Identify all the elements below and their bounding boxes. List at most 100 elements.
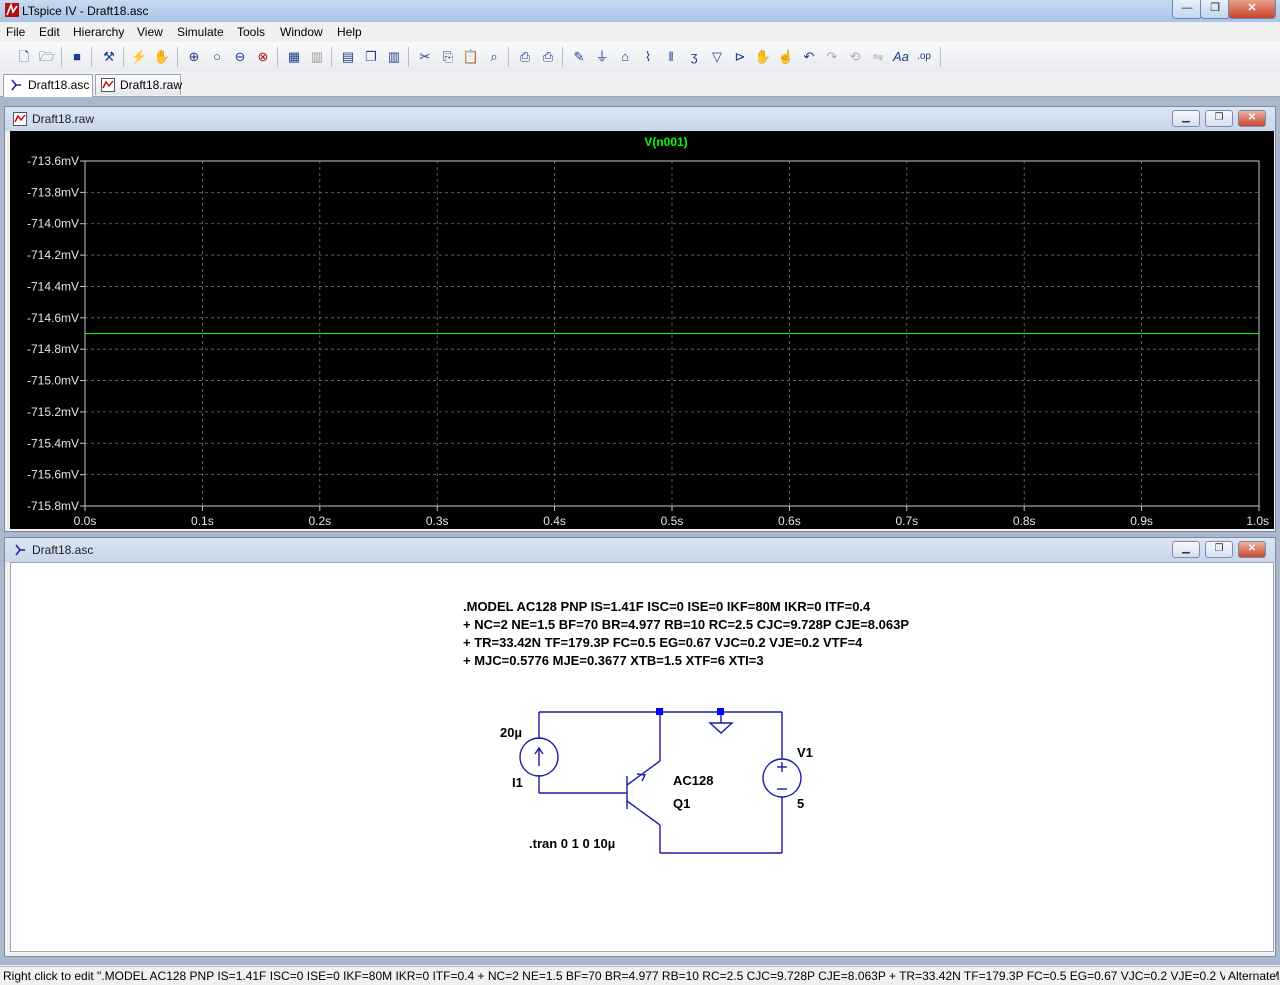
cascade-icon[interactable]: ❐ — [361, 47, 381, 67]
wire-icon[interactable]: ✎ — [569, 47, 589, 67]
transistor-collector[interactable] — [626, 800, 661, 826]
waveform-window-titlebar: Draft18.raw ▁ ❐ ✕ — [5, 107, 1275, 131]
waveform-minimize-button[interactable]: ▁ — [1172, 110, 1200, 127]
schematic-restore-button[interactable]: ❐ — [1205, 541, 1233, 558]
tab-label: Draft18.raw — [120, 78, 183, 92]
waveform-restore-button[interactable]: ❐ — [1205, 110, 1233, 127]
y-tick-label: -714.4mV — [27, 279, 79, 293]
x-tick-label: 0.0s — [74, 514, 97, 528]
trace-label[interactable]: V(n001) — [644, 135, 687, 149]
x-tick-label: 0.1s — [191, 514, 214, 528]
tile-vertical-icon[interactable]: ▥ — [384, 47, 404, 67]
text-icon[interactable]: Aa — [891, 47, 911, 67]
tab-draft18-raw[interactable]: Draft18.raw — [95, 74, 183, 95]
control-panel-icon[interactable]: ⚒ — [99, 47, 119, 67]
paste-icon[interactable]: 📋 — [461, 47, 481, 67]
circuit-diagram — [519, 708, 802, 854]
resistor-icon[interactable]: ⌇ — [638, 47, 658, 67]
v1-value-label[interactable]: 5 — [797, 796, 804, 811]
menu-view[interactable]: View — [137, 25, 163, 39]
component-icon[interactable]: ⊳ — [730, 47, 750, 67]
schematic-minimize-button[interactable]: ▁ — [1172, 541, 1200, 558]
maximize-button[interactable]: ❐ — [1200, 0, 1230, 19]
run-icon[interactable]: ⚡ — [129, 47, 149, 67]
zoom-full-icon[interactable]: ○ — [207, 47, 227, 67]
y-tick-label: -715.4mV — [27, 436, 79, 450]
schematic-icon — [11, 79, 21, 91]
status-bar: Right click to edit ".MODEL AC128 PNP IS… — [0, 966, 1280, 985]
waveform-icon — [13, 112, 27, 126]
schematic-canvas[interactable]: .MODEL AC128 PNP IS=1.41F ISC=0 ISE=0 IK… — [10, 562, 1274, 952]
status-text: Right click to edit ".MODEL AC128 PNP IS… — [3, 969, 1280, 983]
tile-horizontal-icon[interactable]: ▤ — [338, 47, 358, 67]
schematic-close-button[interactable]: ✕ — [1238, 541, 1266, 558]
menu-window[interactable]: Window — [280, 25, 323, 39]
halt-icon[interactable]: ✋ — [152, 47, 172, 67]
waveform-chart: -713.6mV -713.8mV -714.0mV -714.2mV -714.4mV… — [27, 135, 1269, 528]
menu-edit[interactable]: Edit — [39, 25, 60, 39]
tran-directive[interactable]: .tran 0 1 0 10µ — [529, 836, 615, 851]
x-tick-label: 0.3s — [426, 514, 449, 528]
mirror-icon[interactable]: ⇋ — [868, 47, 888, 67]
y-tick-label: -714.8mV — [27, 342, 79, 356]
x-tick-label: 0.2s — [308, 514, 331, 528]
undo-icon[interactable]: ↶ — [799, 47, 819, 67]
new-schematic-icon[interactable]: 🗋 — [14, 47, 34, 67]
tab-draft18-asc[interactable]: Draft18.asc — [3, 74, 93, 97]
zoom-cancel-icon[interactable]: ⊗ — [253, 47, 273, 67]
q1-model-label[interactable]: AC128 — [673, 773, 713, 788]
redo-icon[interactable]: ↷ — [822, 47, 842, 67]
open-icon[interactable]: 🗁 — [37, 47, 57, 67]
status-mode: Alternate — [1224, 967, 1276, 985]
drag-icon[interactable]: ☝ — [776, 47, 796, 67]
ltspice-logo-icon — [5, 3, 19, 17]
y-tick-label: -713.6mV — [27, 154, 79, 168]
menu-simulate[interactable]: Simulate — [177, 25, 224, 39]
x-tick-label: 0.6s — [778, 514, 801, 528]
print-icon[interactable]: ⎙ — [538, 47, 558, 67]
waveform-window: Draft18.raw ▁ ❐ ✕ -713.6mV -713.8mV -714.0… — [4, 106, 1276, 532]
menu-hierarchy[interactable]: Hierarchy — [73, 25, 124, 39]
y-tick-label: -715.2mV — [27, 405, 79, 419]
v1-name-label[interactable]: V1 — [797, 745, 813, 760]
cut-icon[interactable]: ✂ — [415, 47, 435, 67]
rotate-icon[interactable]: ⟲ — [845, 47, 865, 67]
print-setup-icon[interactable]: ⎙ — [515, 47, 535, 67]
inductor-icon[interactable]: ʒ — [684, 47, 704, 67]
waveform-plot[interactable]: -713.6mV -713.8mV -714.0mV -714.2mV -714.4mV… — [10, 131, 1274, 529]
y-tick-label: -714.0mV — [27, 217, 79, 231]
capacitor-icon[interactable]: ‖ — [661, 47, 681, 67]
i1-value-label[interactable]: 20µ — [500, 725, 522, 740]
waveform-window-title: Draft18.raw — [32, 112, 95, 126]
spice-directive-icon[interactable]: .op — [914, 47, 934, 67]
menu-tools[interactable]: Tools — [237, 25, 265, 39]
minimize-button[interactable]: — — [1172, 0, 1202, 19]
y-tick-label: -714.2mV — [27, 248, 79, 262]
zoom-out-icon[interactable]: ⊖ — [230, 47, 250, 67]
copy-icon[interactable]: ⎘ — [438, 47, 458, 67]
transistor-emitter[interactable] — [626, 760, 661, 786]
diode-icon[interactable]: ▽ — [707, 47, 727, 67]
i1-name-label[interactable]: I1 — [512, 775, 523, 790]
autorange-icon[interactable]: ▦ — [284, 47, 304, 67]
label-net-icon[interactable]: ⌂ — [615, 47, 635, 67]
q1-name-label[interactable]: Q1 — [673, 796, 690, 811]
junction-dot — [717, 708, 724, 715]
save-icon[interactable]: ■ — [67, 47, 87, 67]
schematic-window-title: Draft18.asc — [32, 543, 94, 557]
move-icon[interactable]: ✋ — [753, 47, 773, 67]
menu-file[interactable]: File — [6, 25, 25, 39]
y-tick-label: -714.6mV — [27, 311, 79, 325]
zoom-in-icon[interactable]: ⊕ — [184, 47, 204, 67]
find-icon[interactable]: ⌕ — [484, 47, 504, 67]
x-tick-label: 1.0s — [1246, 514, 1269, 528]
ground-icon[interactable]: ⏚ — [592, 47, 612, 67]
waveform-icon — [101, 78, 115, 92]
grid-icon[interactable]: ▥ — [307, 47, 327, 67]
menu-help[interactable]: Help — [337, 25, 362, 39]
close-button[interactable]: ✕ — [1228, 0, 1276, 19]
x-tick-label: 0.5s — [661, 514, 684, 528]
title-bar: LTspice IV - Draft18.asc — ❐ ✕ — [0, 0, 1280, 23]
waveform-close-button[interactable]: ✕ — [1238, 110, 1266, 127]
x-tick-label: 0.8s — [1013, 514, 1036, 528]
